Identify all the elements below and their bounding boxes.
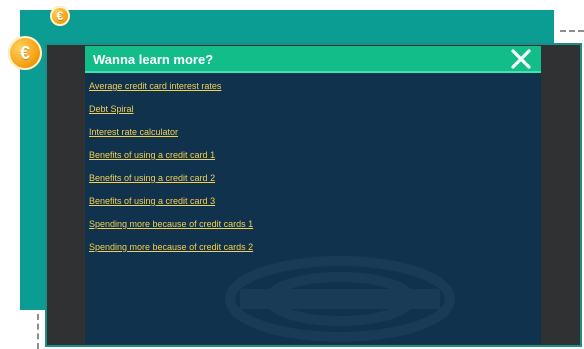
list-item: Spending more because of credit cards 1	[89, 216, 519, 239]
learn-more-links: Average credit card interest rates Debt …	[89, 78, 519, 262]
close-icon	[511, 49, 531, 69]
background-watermark	[225, 256, 455, 342]
link-benefits-credit-card-2[interactable]: Benefits of using a credit card 2	[89, 173, 215, 183]
link-debt-spiral[interactable]: Debt Spiral	[89, 104, 134, 114]
dashed-guide-right	[560, 30, 584, 32]
coin-icon-large: €	[8, 36, 42, 70]
list-item: Debt Spiral	[89, 101, 519, 124]
link-spending-more-credit-cards-1[interactable]: Spending more because of credit cards 1	[89, 219, 253, 229]
screen: € € Wanna learn more? Average credit car…	[0, 0, 584, 349]
list-item: Benefits of using a credit card 2	[89, 170, 519, 193]
link-benefits-credit-card-1[interactable]: Benefits of using a credit card 1	[89, 150, 215, 160]
list-item: Interest rate calculator	[89, 124, 519, 147]
coin-icon-small: €	[50, 6, 70, 26]
close-button[interactable]	[509, 47, 533, 71]
link-average-interest-rates[interactable]: Average credit card interest rates	[89, 81, 221, 91]
list-item: Benefits of using a credit card 1	[89, 147, 519, 170]
coin-symbol: €	[56, 9, 64, 23]
list-item: Average credit card interest rates	[89, 78, 519, 101]
learn-more-dialog: Wanna learn more? Average credit card in…	[85, 46, 541, 344]
dialog-title: Wanna learn more?	[93, 52, 214, 67]
list-item: Benefits of using a credit card 3	[89, 193, 519, 216]
link-benefits-credit-card-3[interactable]: Benefits of using a credit card 3	[89, 196, 215, 206]
coin-symbol: €	[19, 42, 30, 63]
link-spending-more-credit-cards-2[interactable]: Spending more because of credit cards 2	[89, 242, 253, 252]
link-interest-rate-calculator[interactable]: Interest rate calculator	[89, 127, 178, 137]
dashed-guide-left	[37, 314, 39, 349]
dialog-header: Wanna learn more?	[85, 46, 541, 73]
list-item: Spending more because of credit cards 2	[89, 239, 519, 262]
